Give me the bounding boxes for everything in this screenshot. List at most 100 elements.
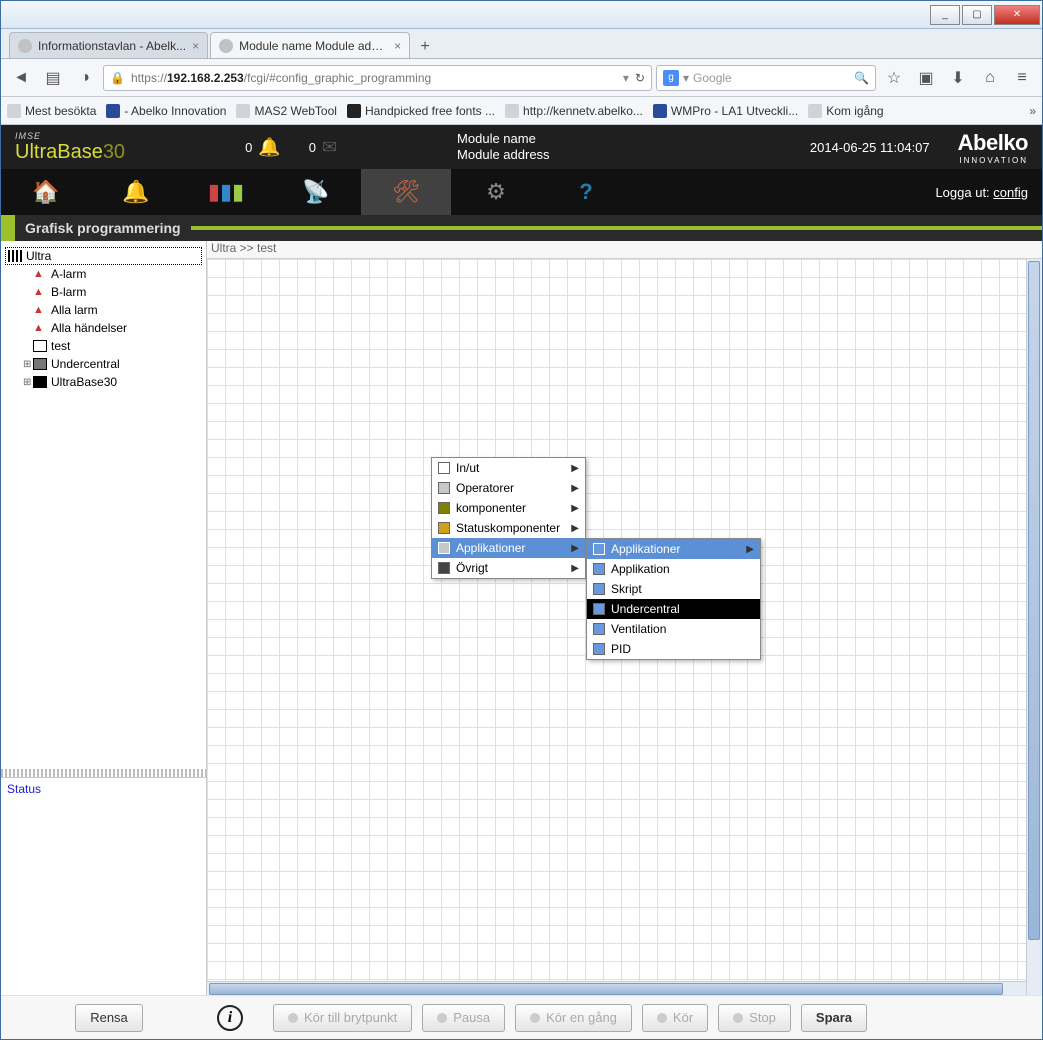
tree-item[interactable]: ⊞UltraBase30 — [5, 373, 202, 391]
bookmark-item[interactable]: MAS2 WebTool — [236, 104, 336, 118]
bookmark-item[interactable]: http://kennetv.abelko... — [505, 104, 643, 118]
status-dot-icon — [437, 1013, 447, 1023]
browser-tabs: Informationstavlan - Abelk... × Module n… — [1, 29, 1042, 59]
reload-icon[interactable]: ↻ — [635, 71, 645, 85]
home-icon[interactable]: ⌂ — [976, 64, 1004, 92]
nav-config[interactable]: 🛠 — [361, 169, 451, 215]
bookmarks-overflow-icon[interactable]: » — [1029, 104, 1036, 118]
menu-icon[interactable]: ≡ — [1008, 64, 1036, 92]
tree[interactable]: Ultra▲A-larm▲B-larm▲Alla larm▲Alla hände… — [1, 241, 206, 769]
window-close-button[interactable]: ✕ — [994, 5, 1040, 25]
nav-home[interactable]: 🏠 — [1, 169, 91, 215]
mail-icon: ✉ — [322, 137, 337, 158]
main-menu: 🏠 🔔 ▮▮▮ 📡 🛠 ⚙ ? Logga ut: config — [1, 169, 1042, 215]
tab-close-icon[interactable]: × — [192, 39, 199, 53]
context-menu-item[interactable]: Statuskomponenter▶ — [432, 518, 585, 538]
tree-item[interactable]: ▲A-larm — [5, 265, 202, 283]
bookmark-icon — [653, 104, 667, 118]
tree-item[interactable]: ⊞Undercentral — [5, 355, 202, 373]
context-menu-item[interactable]: Övrigt▶ — [432, 558, 585, 578]
bookmark-item[interactable]: Mest besökta — [7, 104, 96, 118]
info-icon[interactable]: i — [217, 1005, 243, 1031]
dropdown-icon[interactable]: ▾ — [683, 71, 689, 85]
star-icon[interactable]: ☆ — [880, 64, 908, 92]
shield-icon[interactable]: ◑ — [71, 64, 99, 92]
context-menu-item[interactable]: Applikationer▶ — [432, 538, 585, 558]
status-dot-icon — [530, 1013, 540, 1023]
sidebar-button[interactable]: ▤ — [39, 64, 67, 92]
browser-tab[interactable]: Informationstavlan - Abelk... × — [9, 32, 208, 58]
bookmark-item[interactable]: WMPro - LA1 Utveckli... — [653, 104, 798, 118]
alarm-badge[interactable]: 0🔔 — [245, 137, 281, 158]
bookmark-item[interactable]: - Abelko Innovation — [106, 104, 226, 118]
context-menu-item[interactable]: Undercentral — [587, 599, 760, 619]
context-menu-item[interactable]: komponenter▶ — [432, 498, 585, 518]
color-box-icon — [593, 543, 605, 555]
pause-button[interactable]: Pausa — [422, 1004, 505, 1032]
status-dot-icon — [288, 1013, 298, 1023]
context-menu-item[interactable]: Ventilation — [587, 619, 760, 639]
vertical-scrollbar[interactable] — [1026, 259, 1042, 997]
square-icon — [33, 340, 47, 352]
submenu-arrow-icon: ▶ — [571, 503, 579, 514]
status-panel: Status — [1, 777, 206, 997]
nav-settings[interactable]: ⚙ — [451, 169, 541, 215]
nav-alarms[interactable]: 🔔 — [91, 169, 181, 215]
expand-icon[interactable]: ⊞ — [23, 377, 33, 388]
menu-item-label: Applikationer — [611, 542, 680, 556]
context-submenu[interactable]: Applikationer▶Applikation Skript Undercent… — [586, 538, 761, 660]
run-once-button[interactable]: Kör en gång — [515, 1004, 632, 1032]
tree-item[interactable]: ▲B-larm — [5, 283, 202, 301]
tree-item[interactable]: ▲Alla larm — [5, 301, 202, 319]
bookmark-item[interactable]: Kom igång — [808, 104, 883, 118]
url-bar[interactable]: 🔒 https://192.168.2.253/fcgi/#config_gra… — [103, 65, 652, 91]
brand-logo: Abelko INNOVATION — [958, 130, 1028, 165]
tab-close-icon[interactable]: × — [394, 39, 401, 53]
expand-icon[interactable]: ⊞ — [23, 359, 33, 370]
search-icon[interactable]: 🔍 — [854, 71, 869, 85]
tree-item[interactable]: Ultra — [5, 247, 202, 265]
context-menu-item[interactable]: PID — [587, 639, 760, 659]
context-menu-item[interactable]: Applikationer▶ — [587, 539, 760, 559]
run-button[interactable]: Kör — [642, 1004, 708, 1032]
window-minimize-button[interactable]: _ — [930, 5, 960, 25]
clear-button[interactable]: Rensa — [75, 1004, 143, 1032]
mail-badge[interactable]: 0✉ — [309, 137, 337, 158]
run-breakpoint-button[interactable]: Kör till brytpunkt — [273, 1004, 412, 1032]
menu-item-label: Skript — [611, 582, 642, 596]
color-box-icon — [593, 623, 605, 635]
dropdown-icon[interactable]: ▾ — [623, 71, 629, 85]
alarm-icon: ▲ — [33, 268, 47, 280]
save-button[interactable]: Spara — [801, 1004, 867, 1032]
search-box[interactable]: g ▾ Google 🔍 — [656, 65, 876, 91]
tree-item[interactable]: ▲Alla händelser — [5, 319, 202, 337]
download-icon[interactable]: ⬇ — [944, 64, 972, 92]
splitter[interactable] — [1, 769, 206, 777]
color-box-icon — [438, 522, 450, 534]
tree-panel: Ultra▲A-larm▲B-larm▲Alla larm▲Alla hände… — [1, 241, 207, 997]
context-menu-item[interactable]: In/ut▶ — [432, 458, 585, 478]
context-menu-item[interactable]: Applikation — [587, 559, 760, 579]
library-icon[interactable]: ▣ — [912, 64, 940, 92]
stop-button[interactable]: Stop — [718, 1004, 791, 1032]
logout-link[interactable]: config — [993, 185, 1028, 200]
browser-tab[interactable]: Module name Module address ... × — [210, 32, 410, 58]
context-menu-item[interactable]: Skript — [587, 579, 760, 599]
nav-antenna[interactable]: 📡 — [271, 169, 361, 215]
color-box-icon — [593, 603, 605, 615]
canvas[interactable]: In/ut▶Operatorer▶komponenter▶Statuskompo… — [207, 259, 1042, 997]
color-box-icon — [438, 482, 450, 494]
nav-help[interactable]: ? — [541, 169, 631, 215]
bookmark-icon — [7, 104, 21, 118]
back-button[interactable]: ◄ — [7, 64, 35, 92]
nav-charts[interactable]: ▮▮▮ — [181, 169, 271, 215]
menu-item-label: Operatorer — [456, 481, 514, 495]
window-maximize-button[interactable]: ▢ — [962, 5, 992, 25]
new-tab-button[interactable]: + — [412, 36, 438, 58]
section-title: Grafisk programmering — [25, 220, 181, 236]
alarm-icon: ▲ — [33, 286, 47, 298]
context-menu[interactable]: In/ut▶Operatorer▶komponenter▶Statuskompo… — [431, 457, 586, 579]
tree-item[interactable]: test — [5, 337, 202, 355]
bookmark-item[interactable]: Handpicked free fonts ... — [347, 104, 495, 118]
context-menu-item[interactable]: Operatorer▶ — [432, 478, 585, 498]
